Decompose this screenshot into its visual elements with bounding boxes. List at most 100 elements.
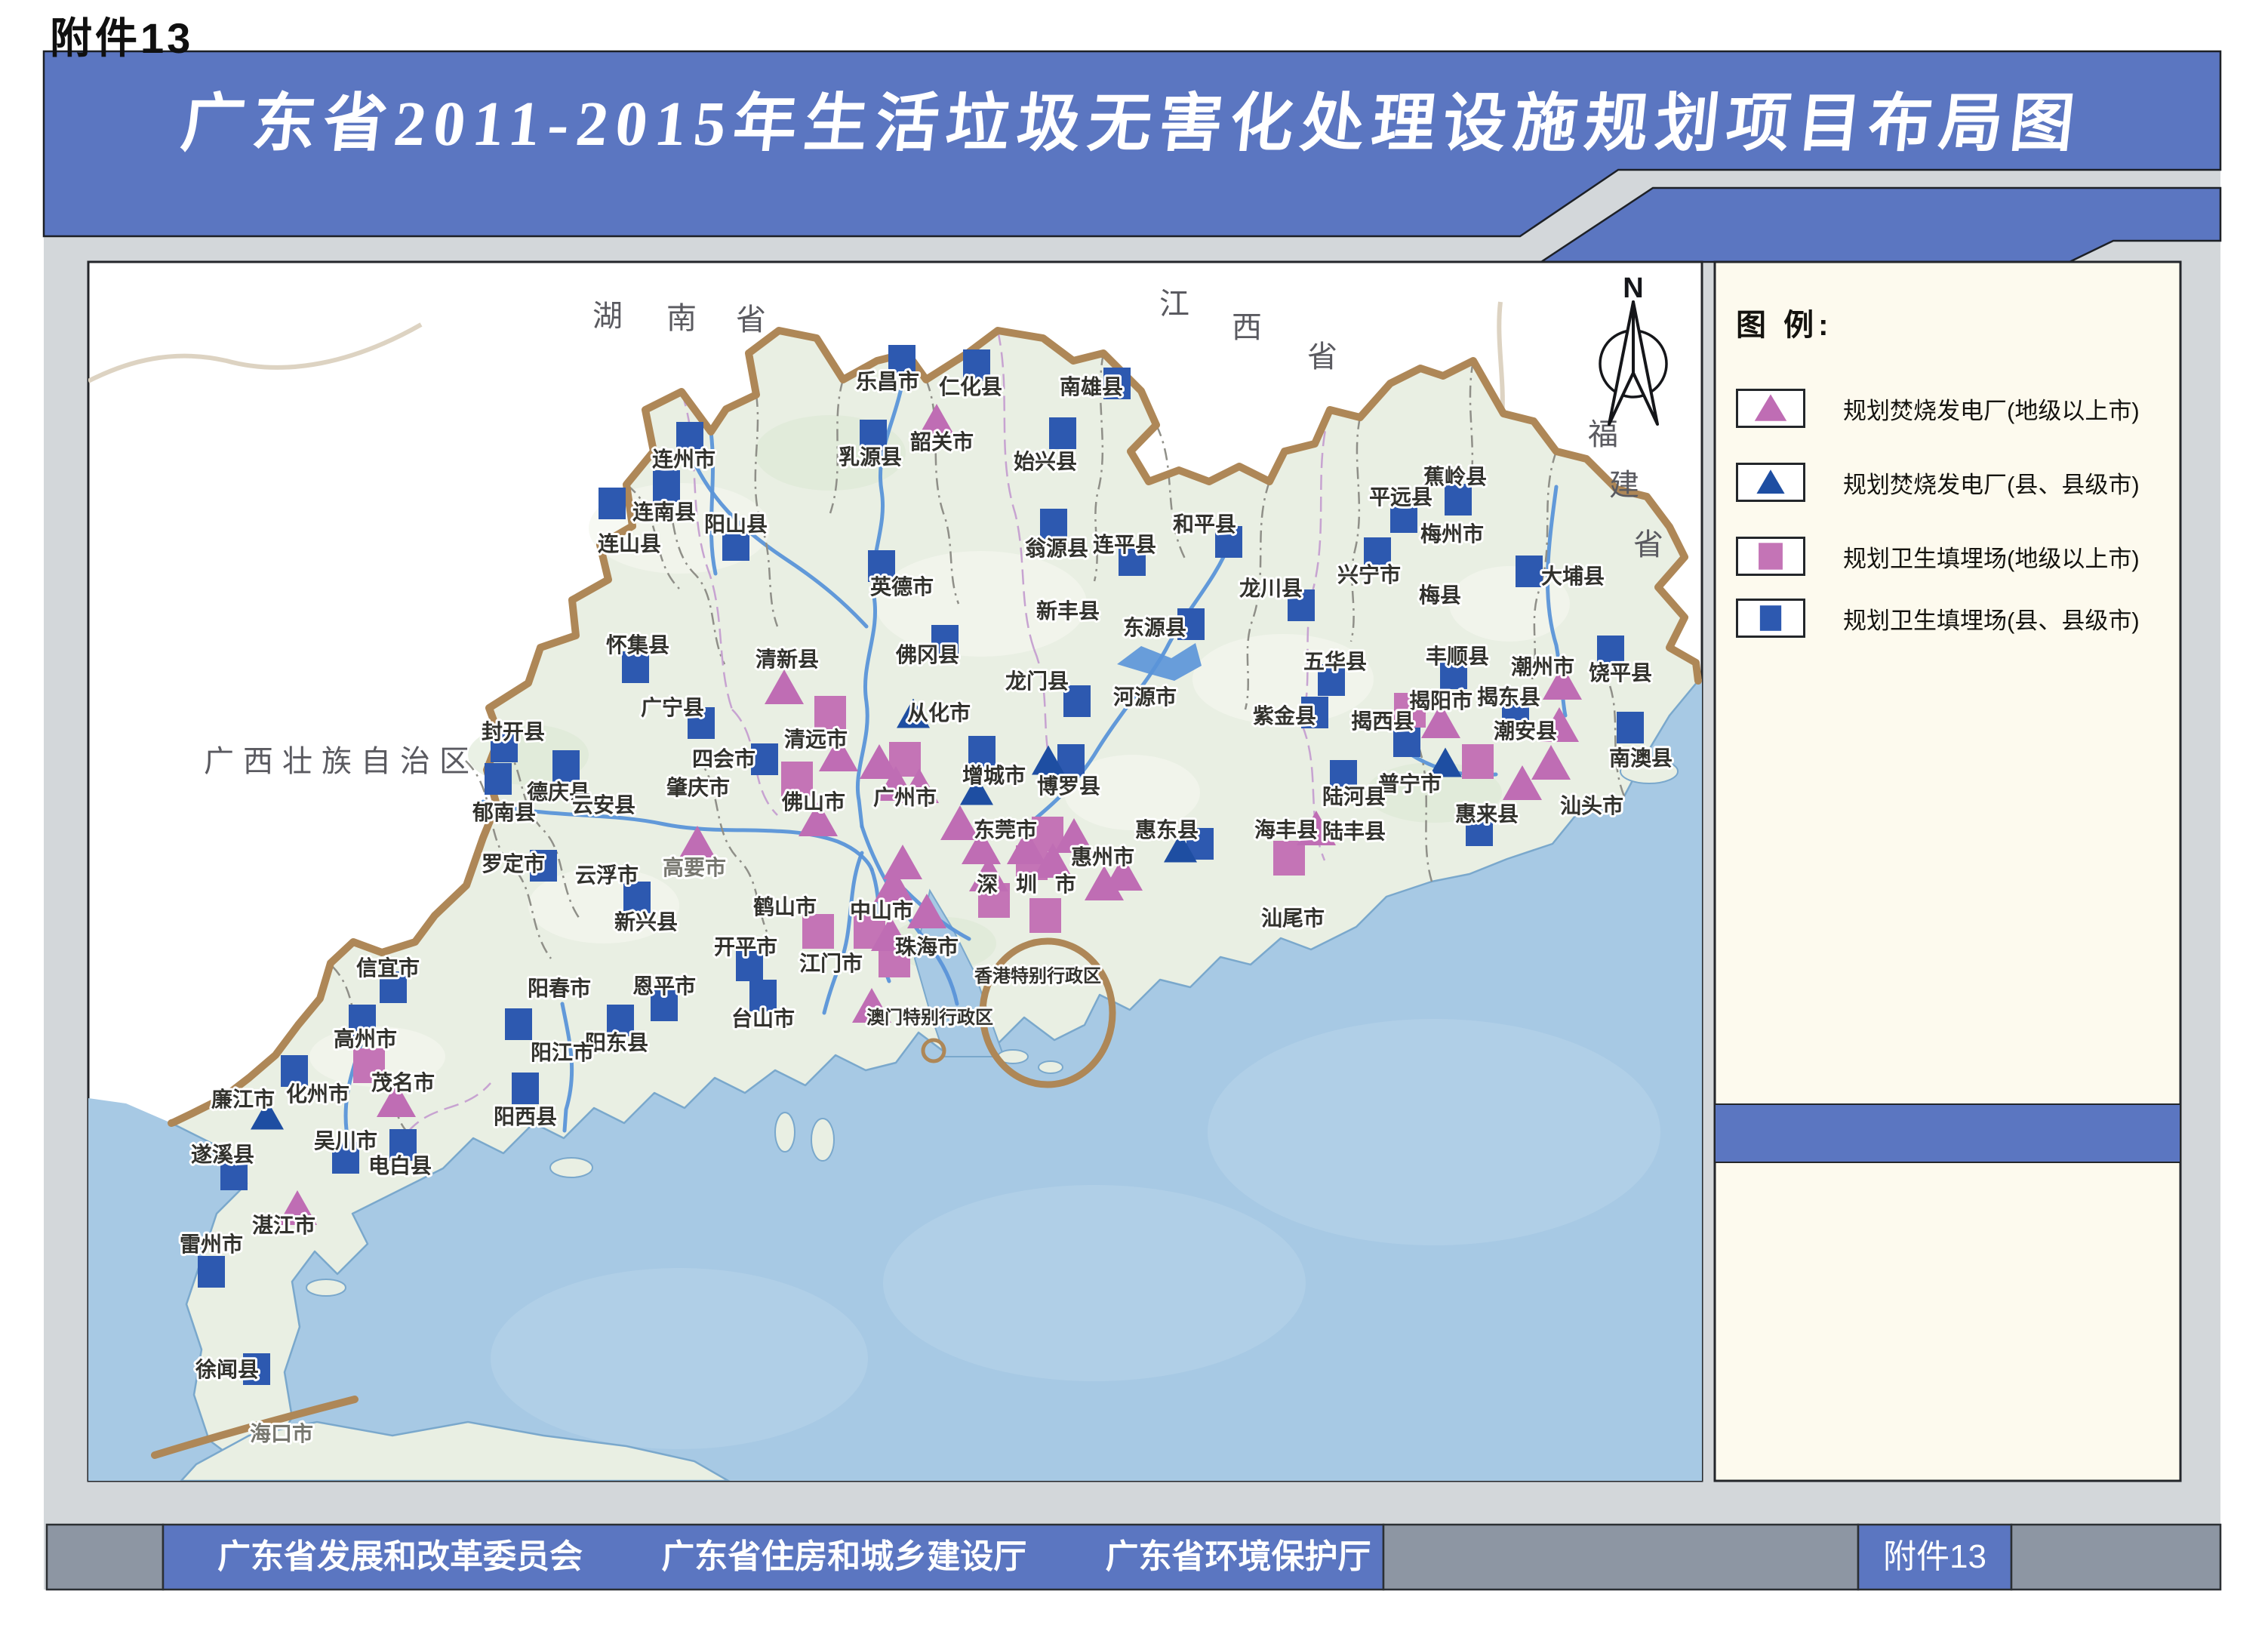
place-label: 南澳县: [1609, 746, 1673, 770]
marker-landfill-county: [505, 1008, 532, 1040]
place-label: 紫金县: [1253, 703, 1316, 728]
marker-landfill-city: [1273, 841, 1305, 876]
place-label: 佛冈县: [895, 643, 959, 666]
place-label: 丰顺县: [1426, 645, 1489, 668]
legend-blue-band: [1715, 1104, 2180, 1162]
marker-landfill-city: [1462, 744, 1494, 779]
place-label: 清远市: [784, 727, 848, 751]
place-label: 蕉岭县: [1423, 465, 1487, 488]
marker-landfill-county: [968, 736, 996, 768]
island: [550, 1158, 592, 1177]
place-label: 潮州市: [1511, 654, 1574, 679]
place-label: 深 圳 市: [977, 872, 1082, 896]
footer-agency: 广东省发展和改革委员会: [217, 1538, 583, 1575]
place-label: 龙门县: [1005, 669, 1069, 693]
island: [306, 1279, 346, 1296]
place-label: 普宁市: [1378, 771, 1442, 796]
place-label: 湛江市: [252, 1213, 315, 1237]
footer-agencies: 广东省发展和改革委员会 广东省住房和城乡建设厅 广东省环境保护厅: [163, 1525, 1383, 1590]
footer-agency: 广东省环境保护厅: [1105, 1538, 1371, 1575]
place-label: 澳门特别行政区: [866, 1007, 993, 1028]
place-label: 潮安县: [1494, 719, 1557, 743]
place-label: 连平县: [1093, 533, 1156, 556]
place-label: 恩平市: [632, 974, 696, 998]
place-label: 海丰县: [1254, 818, 1318, 842]
place-label: 江门市: [799, 951, 863, 975]
legend-item-incinerator-county: 规划焚烧发电厂(县、县级市): [1736, 462, 2140, 503]
place-label: 云浮市: [575, 863, 639, 887]
neighbor-province-label: 南: [666, 302, 697, 335]
place-label: 四会市: [692, 746, 755, 771]
sheet-title: 广东省2011-2015年生活垃圾无害化处理设施规划项目布局图: [39, 72, 2226, 164]
legend-item-landfill-city: 规划卫生填埋场(地级以上市): [1736, 536, 2140, 577]
legend-triangle-blue: [1756, 469, 1784, 494]
marker-landfill-county: [653, 470, 680, 502]
place-label: 广州市: [873, 785, 937, 809]
place-label: 饶平县: [1589, 661, 1652, 685]
marker-landfill-county: [198, 1256, 225, 1288]
place-label: 广宁县: [641, 695, 704, 719]
place-label: 阳春市: [528, 976, 591, 1000]
place-label: 高州市: [334, 1026, 397, 1051]
legend-square-blue: [1760, 605, 1781, 631]
marker-landfill-county: [1617, 712, 1644, 743]
legend-panel: [1715, 262, 2180, 1481]
place-label: 揭阳市: [1409, 688, 1473, 712]
legend-item-landfill-county: 规划卫生填埋场(县、县级市): [1736, 598, 2140, 639]
place-label: 怀集县: [606, 633, 669, 657]
footer-agency: 广东省住房和城乡建设厅: [661, 1538, 1026, 1575]
place-label: 大埔县: [1541, 565, 1605, 588]
place-label: 廉江市: [211, 1087, 275, 1111]
place-label: 陆丰县: [1322, 820, 1386, 843]
place-label: 新兴县: [614, 910, 678, 934]
place-label: 梅县: [1419, 583, 1461, 607]
place-label: 翁源县: [1025, 537, 1088, 560]
neighbor-province-label: 福: [1588, 418, 1618, 451]
legend-item-label: 规划焚烧发电厂(县、县级市): [1843, 466, 2140, 500]
place-label: 高要市: [663, 855, 726, 879]
legend-item-label: 规划卫生填埋场(县、县级市): [1843, 602, 2140, 636]
sheet-graphics: 湖南省江西省福建省广西壮族自治区乐昌市仁化县南雄县韶关市乳源县始兴县连州市连南县…: [0, 0, 2268, 1625]
place-label: 阳东县: [585, 1030, 648, 1054]
marker-landfill-city: [1029, 898, 1061, 933]
neighbor-province-label: 省: [736, 303, 766, 337]
place-label: 兴宁市: [1337, 562, 1401, 586]
place-label: 博罗县: [1037, 774, 1100, 798]
place-label: 中山市: [850, 898, 913, 922]
sea-texture: [883, 1185, 1306, 1381]
place-label: 从化市: [907, 700, 971, 725]
place-label: 清新县: [755, 648, 819, 671]
place-label: 增城市: [962, 763, 1026, 787]
marker-landfill-county: [1049, 417, 1076, 449]
place-label: 吴川市: [314, 1128, 377, 1153]
place-label: 英德市: [870, 574, 934, 599]
marker-landfill-county: [552, 750, 580, 782]
place-label: 遂溪县: [191, 1143, 254, 1166]
neighbor-province-label: 西: [1232, 311, 1262, 344]
place-label: 揭西县: [1351, 709, 1414, 733]
sea-texture: [1208, 1019, 1660, 1245]
place-label: 连山县: [598, 532, 661, 556]
legend-square-pink: [1759, 543, 1783, 569]
place-label: 罗定市: [482, 851, 545, 876]
place-label: 化州市: [286, 1082, 349, 1106]
place-label: 阳江市: [531, 1040, 594, 1064]
place-label: 开平市: [714, 934, 777, 959]
place-label: 仁化县: [939, 375, 1002, 399]
place-label: 惠来县: [1455, 802, 1519, 826]
legend-swatch-square-blue-icon: [1736, 599, 1805, 638]
island: [775, 1113, 795, 1152]
place-label: 珠海市: [895, 934, 959, 959]
island: [1039, 1061, 1063, 1073]
marker-landfill-city: [802, 914, 834, 949]
place-label: 陆河县: [1322, 785, 1386, 808]
attachment-label-footer: 附件13: [1858, 1525, 2011, 1590]
marker-landfill-county: [485, 763, 512, 795]
legend-item-incinerator-city: 规划焚烧发电厂(地级以上市): [1736, 388, 2140, 429]
marker-landfill-county: [512, 1073, 539, 1104]
place-label: 阳山县: [704, 512, 768, 536]
place-label: 阳西县: [494, 1105, 557, 1128]
place-label: 五华县: [1303, 649, 1367, 673]
marker-landfill-county: [1516, 556, 1543, 587]
place-label: 鹤山市: [753, 894, 817, 919]
